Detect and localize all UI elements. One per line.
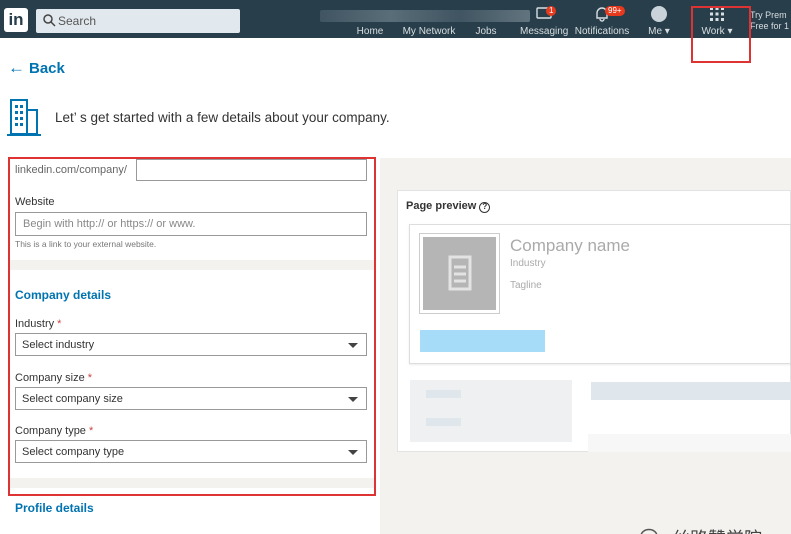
page-preview-title: Page preview? [406, 200, 491, 213]
nav-my-network[interactable]: My Network [400, 4, 458, 38]
notifications-badge: 99+ [605, 6, 625, 16]
profile-details-title: Profile details [15, 501, 94, 515]
avatar [651, 6, 667, 22]
skeleton-block [588, 434, 791, 452]
search-box[interactable]: Search [36, 9, 240, 33]
nav-network-label: My Network [402, 26, 456, 37]
building-icon [7, 99, 41, 136]
try-premium-link[interactable]: Try Prem Free for 1 [750, 10, 791, 32]
skeleton-line [591, 382, 791, 400]
nav-home-label: Home [356, 26, 384, 37]
back-link[interactable]: ← Back [8, 58, 65, 78]
skeleton-line [426, 418, 461, 426]
watermark-text: 丝路赞学院 [672, 525, 762, 534]
nav-notifications-label: Notifications [574, 26, 630, 37]
nav-jobs[interactable]: Jobs [474, 4, 498, 38]
search-placeholder: Search [58, 14, 97, 28]
nav-me-label: Me ▾ [648, 26, 670, 37]
company-logo-placeholder [419, 233, 500, 314]
back-label: Back [29, 60, 65, 77]
intro-text: Let’ s get started with a few details ab… [55, 110, 390, 125]
skeleton-line [426, 390, 461, 398]
top-nav-bar: in Search Home My Network Jobs 1 Messagi… [0, 0, 791, 38]
nav-messaging-label: Messaging [520, 26, 569, 37]
nav-jobs-label: Jobs [475, 26, 497, 37]
building-placeholder-icon [448, 255, 472, 291]
highlight-box-work [691, 6, 751, 63]
highlight-box-form [8, 157, 376, 496]
nav-me[interactable]: Me ▾ [645, 4, 673, 38]
linkedin-logo[interactable]: in [4, 8, 28, 32]
back-arrow-icon: ← [8, 58, 25, 77]
preview-follow-button [420, 330, 545, 352]
search-icon [43, 14, 56, 27]
preview-tagline: Tagline [510, 280, 542, 291]
wechat-icon [640, 528, 658, 534]
preview-industry: Industry [510, 258, 546, 269]
watermark: 丝路赞学院 [640, 525, 762, 534]
help-icon[interactable]: ? [479, 202, 491, 213]
nav-home[interactable]: Home [354, 4, 386, 38]
preview-company-name: Company name [510, 236, 631, 255]
nav-messaging[interactable]: 1 Messaging [520, 4, 568, 38]
nav-notifications[interactable]: 99+ Notifications [573, 4, 631, 38]
page-content: ← Back Let’ s get started with a few deta… [0, 38, 791, 534]
